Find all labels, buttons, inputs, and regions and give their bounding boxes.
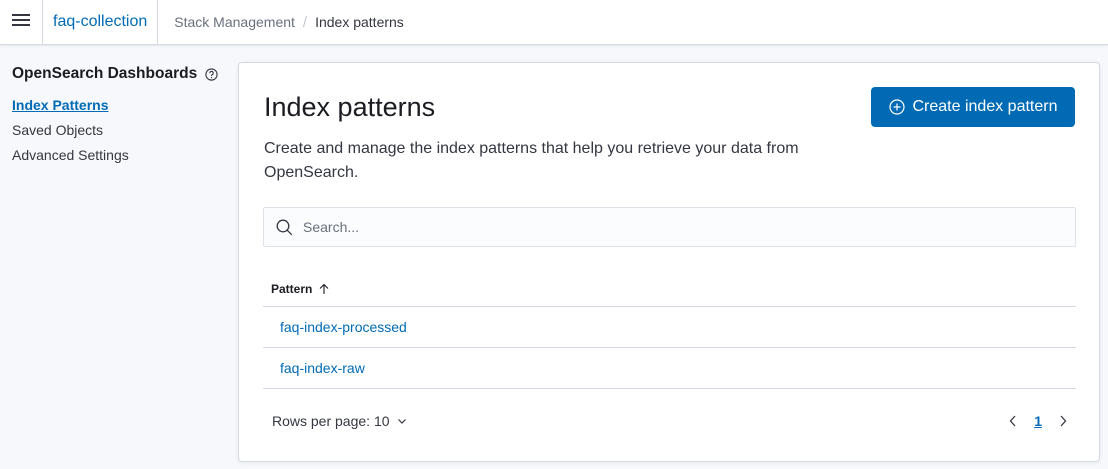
plus-circle-icon (888, 99, 905, 115)
space-name-link[interactable]: faq-collection (43, 0, 159, 45)
chevron-right-icon[interactable] (1050, 414, 1076, 428)
sidebar-item-index-patterns[interactable]: Index Patterns (12, 96, 227, 121)
search-input[interactable] (303, 219, 1063, 235)
chevron-down-icon (397, 416, 407, 426)
breadcrumb: Stack Management / Index patterns (158, 14, 404, 31)
rows-per-page-label: Rows per page: 10 (272, 413, 390, 429)
pattern-link[interactable]: faq-index-processed (280, 319, 407, 335)
sidebar-title: OpenSearch Dashboards (12, 64, 227, 84)
chevron-left-icon[interactable] (1000, 414, 1026, 428)
pagination: 1 (1000, 413, 1076, 429)
column-header-label: Pattern (271, 281, 313, 296)
breadcrumb-stack-management[interactable]: Stack Management (174, 14, 295, 30)
sidebar-item-saved-objects[interactable]: Saved Objects (12, 121, 227, 146)
table-row: faq-index-processed (263, 307, 1076, 348)
column-header-pattern[interactable]: Pattern (263, 271, 1076, 307)
main-panel: Index patterns Create and manage the ind… (238, 62, 1100, 462)
table-row: faq-index-raw (263, 348, 1076, 389)
top-header: faq-collection Stack Management / Index … (0, 0, 1108, 45)
hamburger-icon (12, 13, 30, 32)
create-index-pattern-label: Create index pattern (912, 98, 1058, 115)
create-index-pattern-button[interactable]: Create index pattern (871, 87, 1075, 127)
rows-per-page-button[interactable]: Rows per page: 10 (263, 413, 407, 429)
search-box (263, 207, 1076, 247)
sidebar-item-advanced-settings[interactable]: Advanced Settings (12, 146, 227, 171)
table-footer: Rows per page: 10 1 (263, 408, 1076, 434)
question-circle-icon[interactable] (205, 67, 218, 81)
sidebar-title-text: OpenSearch Dashboards (12, 65, 198, 82)
pattern-link[interactable]: faq-index-raw (280, 360, 365, 376)
index-patterns-table: Pattern faq-index-processed faq-index-ra… (263, 271, 1076, 389)
arrow-up-icon (318, 283, 330, 295)
menu-toggle-button[interactable] (0, 0, 43, 45)
page-title: Index patterns (264, 92, 436, 122)
breadcrumb-separator: / (302, 13, 308, 31)
page-number-button[interactable]: 1 (1026, 413, 1050, 429)
page-description: Create and manage the index patterns tha… (264, 140, 799, 181)
breadcrumb-current: Index patterns (315, 14, 404, 30)
sidebar: OpenSearch Dashboards Index Patterns Sav… (12, 64, 227, 171)
search-icon (276, 219, 293, 236)
